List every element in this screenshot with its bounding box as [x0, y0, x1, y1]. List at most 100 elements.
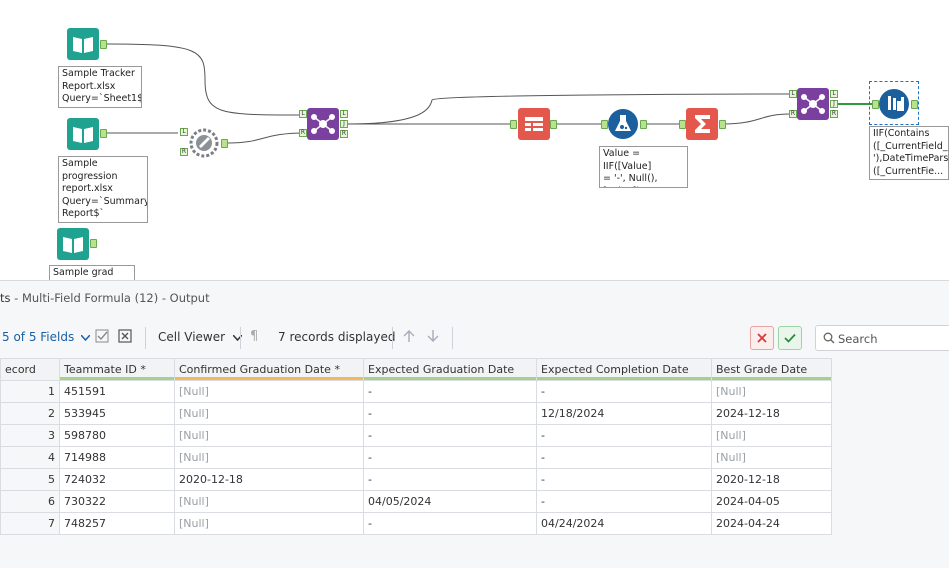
right-output-anchor[interactable]: R	[830, 110, 838, 118]
summarize-tool[interactable]	[686, 108, 718, 140]
teammate-id-cell[interactable]: 533945	[59, 402, 175, 425]
results-grid[interactable]: ecord Teammate ID * Confirmed Graduation…	[0, 358, 832, 535]
left-input-anchor[interactable]: L	[789, 90, 797, 98]
pilcrow-icon[interactable]: ¶	[250, 329, 258, 344]
table-row[interactable]: 4 714988 [Null] - - [Null]	[0, 446, 832, 469]
teammate-id-cell[interactable]: 714988	[59, 446, 175, 469]
best-date-cell[interactable]: 2024-04-24	[711, 512, 832, 535]
expected-date-cell[interactable]: -	[363, 446, 537, 469]
confirmed-date-cell[interactable]: [Null]	[174, 490, 364, 513]
completion-date-cell[interactable]: 12/18/2024	[536, 402, 712, 425]
best-date-cell[interactable]: 2020-12-18	[711, 468, 832, 491]
scroll-down-button[interactable]	[427, 329, 439, 346]
completion-date-cell[interactable]: -	[536, 490, 712, 513]
input-data-tool-progression[interactable]	[67, 118, 99, 150]
left-input-anchor[interactable]: L	[299, 110, 307, 118]
completion-date-cell[interactable]: -	[536, 380, 712, 403]
column-header-best-grade-date[interactable]: Best Grade Date	[711, 358, 832, 381]
teammate-id-cell[interactable]: 598780	[59, 424, 175, 447]
best-date-cell[interactable]: [Null]	[711, 380, 832, 403]
search-icon	[823, 332, 835, 344]
best-date-cell[interactable]: [Null]	[711, 424, 832, 447]
table-row[interactable]: 1 451591 [Null] - - [Null]	[0, 380, 832, 403]
output-anchor[interactable]	[911, 100, 918, 109]
input-anchor[interactable]	[679, 120, 686, 129]
checkbox-x-icon	[118, 329, 132, 343]
confirmed-date-cell[interactable]: [Null]	[174, 512, 364, 535]
completion-date-cell[interactable]: -	[536, 424, 712, 447]
table-row[interactable]: 6 730322 [Null] 04/05/2024 - 2024-04-05	[0, 490, 832, 513]
join-tool-2[interactable]	[797, 88, 829, 120]
confirmed-date-cell[interactable]: [Null]	[174, 424, 364, 447]
check-all-button[interactable]	[95, 329, 109, 346]
input-data-tool-tracker[interactable]	[67, 28, 99, 60]
search-input[interactable]	[838, 330, 948, 348]
confirmed-date-cell[interactable]: [Null]	[174, 446, 364, 469]
input-data-tool-grad[interactable]	[57, 228, 89, 260]
confirmed-date-cell[interactable]: [Null]	[174, 380, 364, 403]
column-header-expected-completion-date[interactable]: Expected Completion Date	[536, 358, 712, 381]
join-tool-1[interactable]	[307, 108, 339, 140]
column-header-teammate-id[interactable]: Teammate ID *	[59, 358, 175, 381]
dynamic-rename-tool[interactable]	[188, 127, 220, 159]
results-pane: ts - Multi-Field Formula (12) - Output 5…	[0, 280, 949, 568]
fields-selector[interactable]: 5 of 5 Fields	[2, 330, 91, 344]
completion-date-cell[interactable]: -	[536, 446, 712, 469]
output-anchor[interactable]	[640, 120, 647, 129]
join-output-anchor[interactable]: J	[830, 100, 838, 108]
best-date-cell[interactable]: 2024-04-05	[711, 490, 832, 513]
expected-date-cell[interactable]: -	[363, 380, 537, 403]
header-row: ecord Teammate ID * Confirmed Graduation…	[0, 358, 832, 381]
teammate-id-cell[interactable]: 451591	[59, 380, 175, 403]
right-input-anchor[interactable]: R	[299, 129, 307, 137]
left-input-anchor[interactable]: L	[180, 128, 188, 136]
input-anchor[interactable]	[510, 120, 517, 129]
join-output-anchor[interactable]: J	[340, 120, 348, 128]
search-box[interactable]	[815, 325, 949, 351]
right-input-anchor[interactable]: R	[180, 148, 188, 156]
output-anchor[interactable]	[100, 40, 107, 49]
output-anchor[interactable]	[221, 139, 228, 148]
expected-date-cell[interactable]: -	[363, 468, 537, 491]
multi-field-formula-tool[interactable]	[878, 88, 910, 120]
completion-date-cell[interactable]: -	[536, 468, 712, 491]
table-row[interactable]: 2 533945 [Null] - 12/18/2024 2024-12-18	[0, 402, 832, 425]
formula-tool[interactable]	[607, 108, 639, 140]
left-output-anchor[interactable]: L	[830, 90, 838, 98]
cell-viewer-dropdown[interactable]: Cell Viewer	[158, 330, 243, 344]
column-header-expected-graduation-date[interactable]: Expected Graduation Date	[363, 358, 537, 381]
output-anchor[interactable]	[100, 129, 107, 138]
teammate-id-cell[interactable]: 724032	[59, 468, 175, 491]
completion-date-cell[interactable]: 04/24/2024	[536, 512, 712, 535]
left-output-anchor[interactable]: L	[340, 110, 348, 118]
column-header-confirmed-graduation-date[interactable]: Confirmed Graduation Date *	[174, 358, 364, 381]
record-number: 4	[0, 446, 60, 469]
table-row[interactable]: 3 598780 [Null] - - [Null]	[0, 424, 832, 447]
output-anchor[interactable]	[550, 120, 557, 129]
field-type-underline	[60, 377, 174, 380]
expected-date-cell[interactable]: -	[363, 402, 537, 425]
scroll-up-button[interactable]	[403, 329, 415, 346]
output-anchor[interactable]	[90, 239, 97, 248]
column-header-record[interactable]: ecord	[0, 358, 60, 381]
confirmed-date-cell[interactable]: [Null]	[174, 402, 364, 425]
select-tool[interactable]	[518, 108, 550, 140]
apply-button[interactable]	[778, 326, 802, 350]
expected-date-cell[interactable]: -	[363, 512, 537, 535]
expected-date-cell[interactable]: 04/05/2024	[363, 490, 537, 513]
best-date-cell[interactable]: [Null]	[711, 446, 832, 469]
cancel-button[interactable]	[750, 326, 774, 350]
output-anchor[interactable]	[719, 120, 726, 129]
record-number: 7	[0, 512, 60, 535]
right-input-anchor[interactable]: R	[789, 110, 797, 118]
right-output-anchor[interactable]: R	[340, 130, 348, 138]
workflow-canvas[interactable]: Sample Tracker Report.xlsx Query=`Sheet1…	[0, 0, 949, 280]
expected-date-cell[interactable]: -	[363, 424, 537, 447]
table-row[interactable]: 7 748257 [Null] - 04/24/2024 2024-04-24	[0, 512, 832, 535]
table-row[interactable]: 5 724032 2020-12-18 - - 2020-12-18	[0, 468, 832, 491]
best-date-cell[interactable]: 2024-12-18	[711, 402, 832, 425]
teammate-id-cell[interactable]: 748257	[59, 512, 175, 535]
teammate-id-cell[interactable]: 730322	[59, 490, 175, 513]
confirmed-date-cell[interactable]: 2020-12-18	[174, 468, 364, 491]
uncheck-all-button[interactable]	[118, 329, 132, 346]
